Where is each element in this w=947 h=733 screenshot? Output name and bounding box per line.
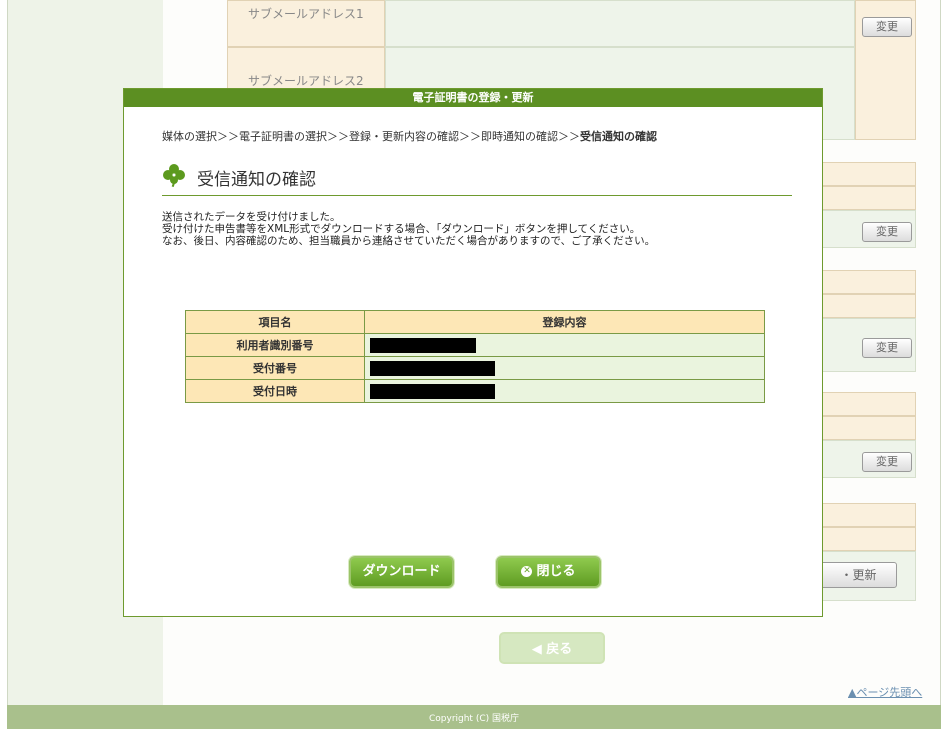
page-top-label: ページ先頭へ [856, 686, 923, 699]
message-block: 送信されたデータを受け付けました。 受け付けた申告書等をXML形式でダウンロード… [162, 211, 655, 247]
table-row: 受付日時 [185, 379, 765, 403]
message-line: 受け付けた申告書等をXML形式でダウンロードする場合、「ダウンロード」ボタンを押… [162, 223, 641, 235]
sub-mail-1-value [385, 0, 855, 47]
redacted-value [370, 337, 476, 353]
change-button[interactable]: 変更 [862, 222, 912, 242]
table-row: 受付番号 [185, 356, 765, 380]
page-heading: 受信通知の確認 [162, 161, 792, 196]
row-value [364, 379, 765, 403]
bg-row [820, 162, 916, 186]
message-line: 送信されたデータを受け付けました。 [162, 211, 341, 223]
receipt-table: 項目名 登録内容 利用者識別番号 受付番号 受付日時 [185, 310, 765, 403]
bg-row [820, 186, 916, 210]
back-button[interactable]: ◀ 戻る [499, 632, 605, 664]
footer-copyright: Copyright (C) 国税庁 [428, 714, 519, 724]
certificate-modal: 電子証明書の登録・更新 媒体の選択＞＞電子証明書の選択＞＞登録・更新内容の確認＞… [123, 88, 823, 617]
back-label: 戻る [546, 642, 573, 657]
register-update-button[interactable]: ・更新 [820, 562, 897, 588]
row-label: 受付日時 [185, 379, 365, 403]
column-header: 項目名 [185, 310, 365, 334]
message-line: なお、後日、内容確認のため、担当職員から連絡させていただく場合がありますので、ご… [162, 235, 656, 247]
download-button[interactable]: ダウンロード [349, 556, 454, 588]
close-icon: ✕ [521, 566, 533, 577]
modal-title: 電子証明書の登録・更新 [124, 89, 822, 107]
change-button[interactable]: 変更 [862, 338, 912, 358]
row-label: 利用者識別番号 [185, 333, 365, 357]
bg-row [820, 416, 916, 440]
change-button[interactable]: 変更 [862, 452, 912, 472]
row-value [364, 333, 765, 357]
close-button[interactable]: ✕ 閉じる [496, 556, 601, 588]
clover-icon [163, 164, 185, 187]
close-label: 閉じる [536, 564, 576, 579]
column-header: 登録内容 [364, 310, 765, 334]
breadcrumb: 媒体の選択＞＞電子証明書の選択＞＞登録・更新内容の確認＞＞即時通知の確認＞＞受信… [162, 128, 657, 144]
bg-row [820, 527, 916, 551]
redacted-value [370, 360, 495, 376]
row-value [364, 356, 765, 380]
bg-row [820, 503, 916, 527]
footer: Copyright (C) 国税庁 [7, 705, 941, 729]
change-button[interactable]: 変更 [862, 17, 912, 37]
heading-text: 受信通知の確認 [197, 170, 316, 190]
table-row: 利用者識別番号 [185, 333, 765, 357]
redacted-value [370, 383, 495, 399]
bg-row [820, 294, 916, 318]
breadcrumb-trail: 媒体の選択＞＞電子証明書の選択＞＞登録・更新内容の確認＞＞即時通知の確認＞＞ [162, 130, 580, 143]
bg-row [820, 270, 916, 294]
bg-row [820, 392, 916, 416]
breadcrumb-current: 受信通知の確認 [580, 130, 657, 143]
page-top-link[interactable]: ▲ページ先頭へ [848, 684, 922, 700]
table-header-row: 項目名 登録内容 [185, 310, 765, 334]
sub-mail-1-label: サブメールアドレス1 [227, 0, 385, 47]
row-label: 受付番号 [185, 356, 365, 380]
